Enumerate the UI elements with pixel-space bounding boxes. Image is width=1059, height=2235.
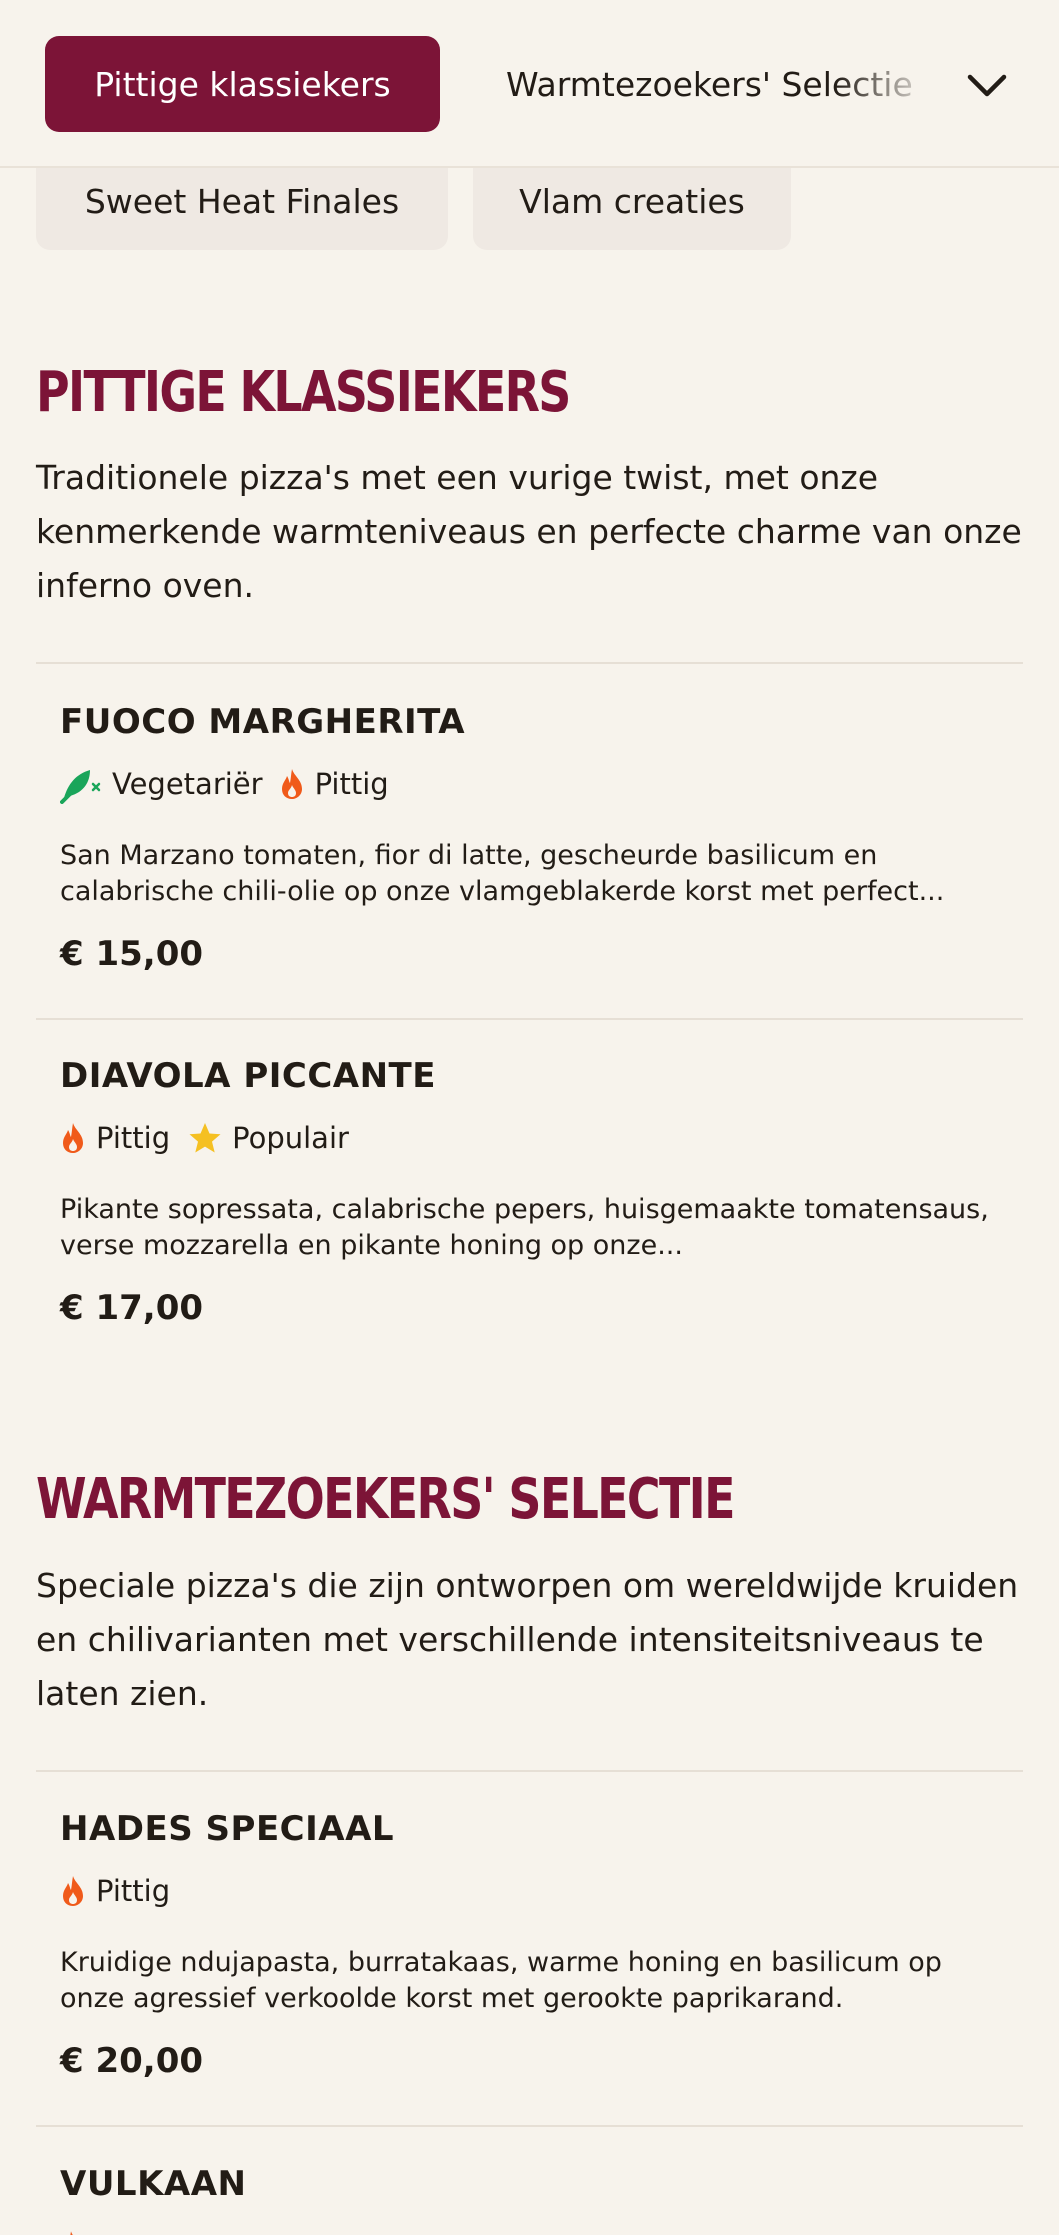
menu-item-tags: Pittig [60, 1871, 170, 1911]
leaf-icon [60, 770, 101, 804]
divider [36, 2125, 1023, 2127]
menu-item-description: Kruidige ndujapasta, burratakaas, warme … [60, 1947, 942, 2014]
tag-label: Pittig [96, 1121, 171, 1155]
divider [36, 1770, 1023, 1772]
flame-icon [63, 1123, 83, 1153]
flame-icon [70, 2231, 73, 2235]
divider [36, 662, 1023, 664]
menu-item-description: San Marzano tomaten, fior di latte, gesc… [60, 840, 945, 907]
category-tab-bar: Pittige klassiekers Warmtezoekers' Selec… [0, 0, 1059, 168]
tag-spicy: Pittig [60, 1121, 170, 1155]
tab-scroll-fade [835, 20, 955, 150]
tag-vegetarian: Vegetariër [60, 764, 263, 804]
tag-label: Pittig [314, 767, 389, 801]
section-title: PITTIGE KLASSIEKERS [36, 360, 571, 425]
menu-item-price: € 20,00 [60, 2041, 204, 2081]
tag-label: Pittig [96, 1874, 171, 1908]
tab-pittige-klassiekers[interactable]: Pittige klassiekers [45, 36, 440, 132]
flame-icon [63, 1876, 83, 1906]
menu-item-name[interactable]: FUOCO MARGHERITA [60, 702, 465, 742]
tag-popular: Populair [188, 1121, 349, 1155]
chevron-down-icon[interactable] [962, 60, 1012, 110]
tag-label: Populair [232, 1121, 349, 1155]
section-description: Traditionele pizza's met een vurige twis… [36, 458, 1022, 605]
divider [36, 1018, 1023, 1020]
tag-spicy: Pittig [60, 1874, 170, 1908]
tag-spicy: Pittig [279, 767, 389, 801]
menu-item-tags [60, 2224, 82, 2235]
flame-icon [281, 769, 302, 799]
menu-item-price: € 17,00 [60, 1288, 204, 1328]
section-description: Speciale pizza's die zijn ontworpen om w… [36, 1566, 1019, 1713]
tag-label: Vegetariër [112, 767, 263, 801]
section-title: WARMTEZOEKERS' SELECTIE [36, 1467, 735, 1532]
menu-item-price: € 15,00 [60, 934, 204, 974]
menu-item-tags: Pittig Populair [60, 1118, 349, 1158]
menu-item-name[interactable]: HADES SPECIAAL [60, 1809, 394, 1849]
menu-item-name[interactable]: VULKAAN [60, 2164, 247, 2204]
menu-item-description: Pikante sopressata, calabrische pepers, … [60, 1194, 989, 1261]
menu-item-name[interactable]: DIAVOLA PICCANTE [60, 1056, 436, 1096]
menu-item-tags: Vegetariër Pittig [60, 764, 389, 804]
star-icon [189, 1123, 221, 1153]
